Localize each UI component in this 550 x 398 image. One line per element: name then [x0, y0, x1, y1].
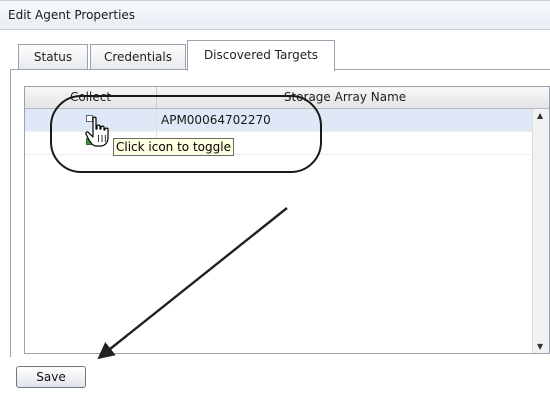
hand-pointer-icon — [85, 116, 109, 147]
tab-credentials[interactable]: Credentials — [90, 44, 186, 70]
edit-agent-properties-dialog: Edit Agent Properties Status Credentials… — [0, 0, 550, 398]
tab-label: Discovered Targets — [203, 48, 319, 62]
tooltip: Click icon to toggle — [113, 138, 234, 156]
column-header-storage-array-name[interactable]: Storage Array Name — [157, 87, 533, 109]
tab-status[interactable]: Status — [18, 44, 88, 70]
title-bar: Edit Agent Properties — [0, 0, 550, 30]
vertical-scrollbar[interactable]: ▲ ▼ — [532, 109, 549, 353]
save-button[interactable]: Save — [16, 366, 86, 388]
tab-label: Credentials — [103, 50, 172, 64]
column-header-collect[interactable]: Collect — [25, 87, 157, 109]
window-title: Edit Agent Properties — [8, 8, 136, 22]
scroll-up-arrow-icon[interactable]: ▲ — [537, 111, 543, 120]
tab-label: Status — [33, 50, 73, 64]
grid-header: Collect Storage Array Name — [25, 87, 549, 109]
scroll-down-arrow-icon[interactable]: ▼ — [537, 342, 543, 351]
storage-array-name-cell: APM00064702270 — [161, 113, 271, 127]
tab-discovered-targets[interactable]: Discovered Targets — [187, 40, 335, 71]
